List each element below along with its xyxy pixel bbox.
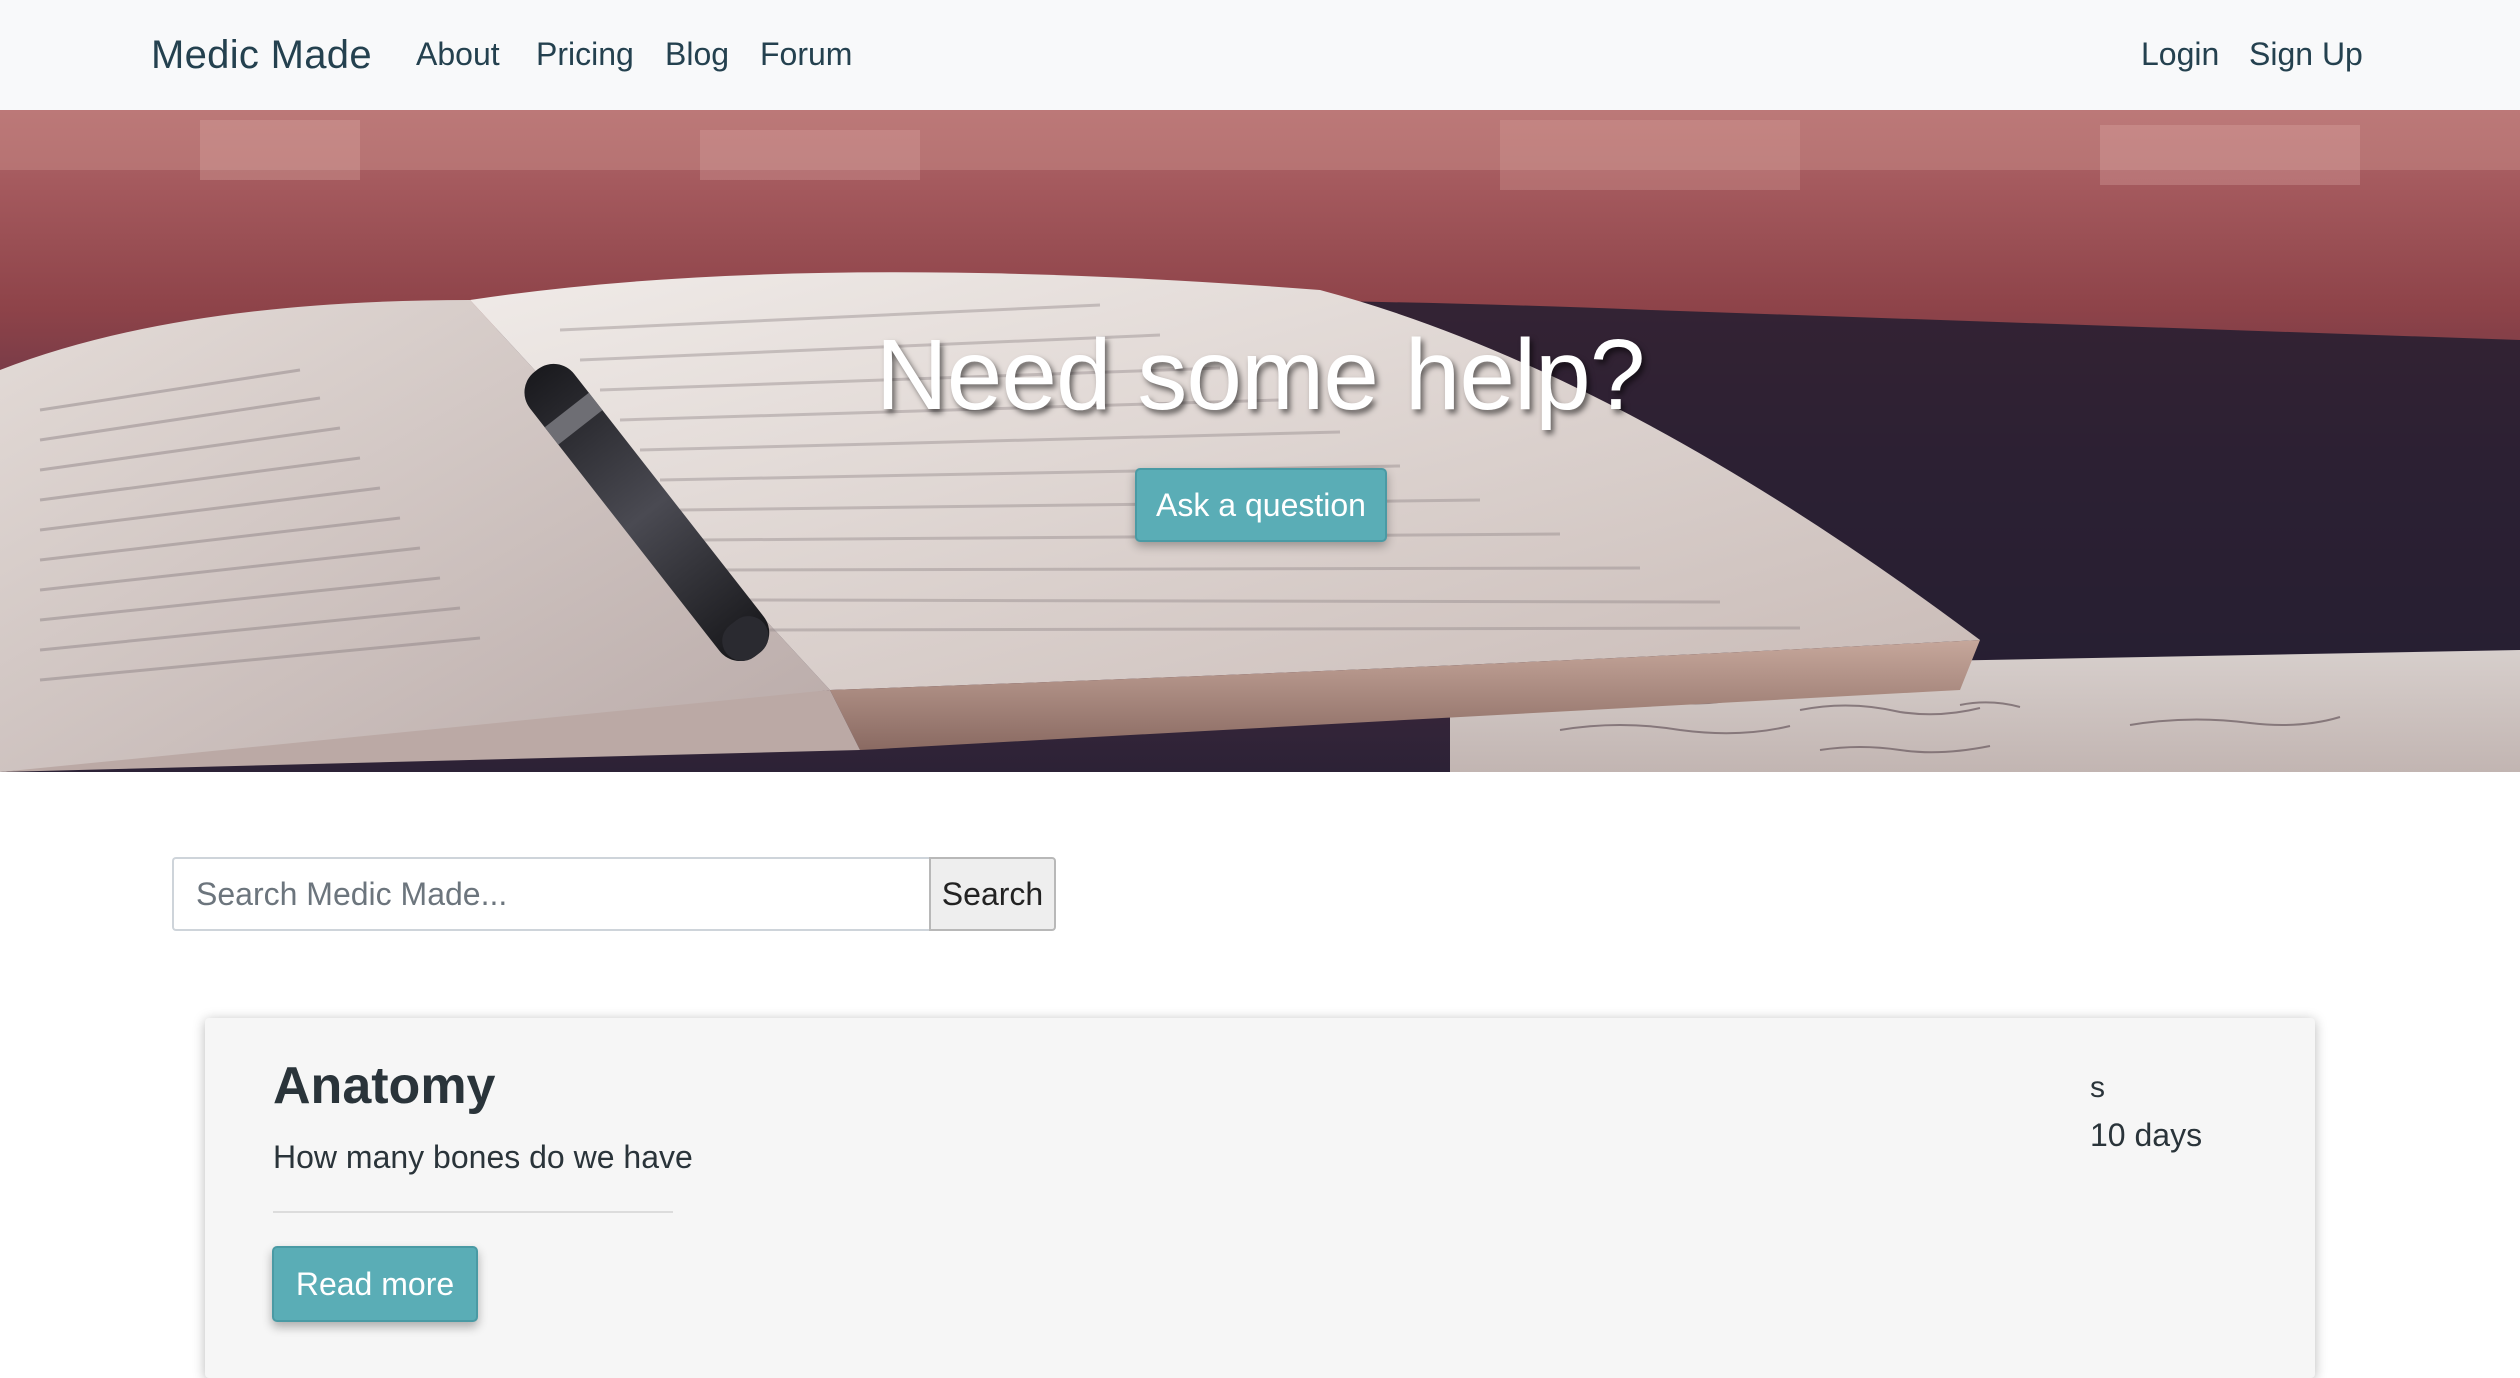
post-age: 10 days	[2090, 1117, 2203, 1153]
post-body: How many bones do we have	[273, 1139, 693, 1175]
read-more-button[interactable]: Read more	[272, 1246, 478, 1322]
nav-link-about[interactable]: About	[416, 32, 500, 76]
ask-question-button[interactable]: Ask a question	[1135, 468, 1387, 542]
nav-link-blog[interactable]: Blog	[665, 32, 729, 76]
brand-logo-link[interactable]: Medic Made	[151, 28, 372, 82]
search-input[interactable]	[172, 857, 930, 931]
top-navbar: Medic Made About Pricing Blog Forum Logi…	[0, 0, 2520, 110]
nav-link-forum[interactable]: Forum	[760, 32, 852, 76]
login-link[interactable]: Login	[2141, 32, 2219, 76]
post-author: s	[2090, 1071, 2105, 1104]
nav-link-pricing[interactable]: Pricing	[536, 32, 634, 76]
signup-link[interactable]: Sign Up	[2249, 32, 2363, 76]
post-title: Anatomy	[273, 1057, 496, 1115]
post-divider	[273, 1211, 673, 1213]
post-card: Anatomy How many bones do we have Read m…	[205, 1018, 2315, 1378]
hero-background-image	[0, 110, 2520, 772]
search-button[interactable]: Search	[929, 857, 1056, 931]
hero-banner: Need some help? Ask a question	[0, 110, 2520, 772]
hero-title: Need some help?	[875, 319, 1646, 431]
